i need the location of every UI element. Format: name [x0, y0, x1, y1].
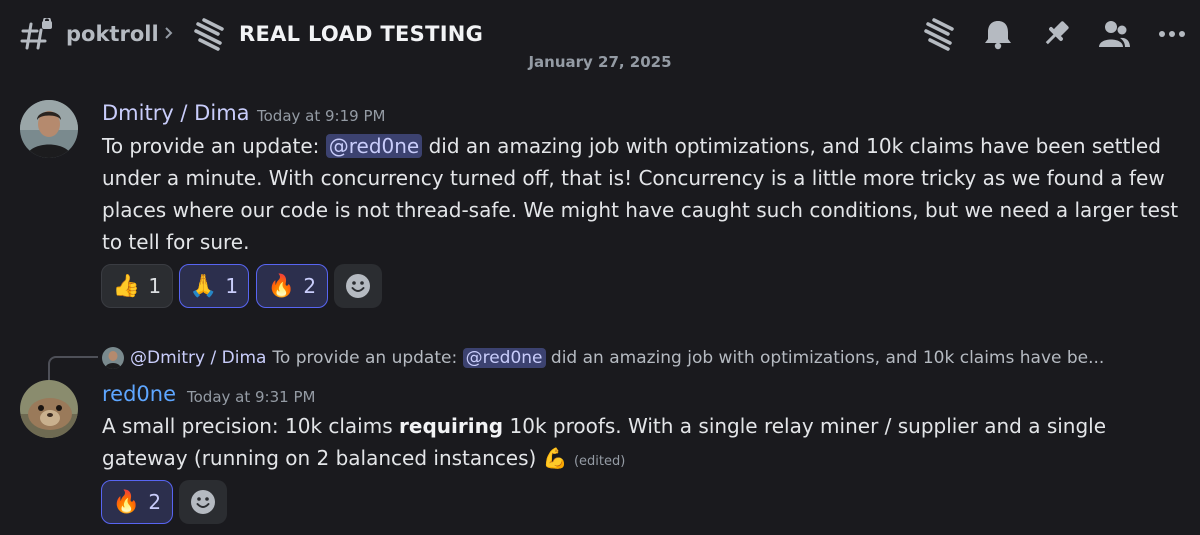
user-avatar-image	[20, 380, 78, 438]
edited-label: (edited)	[573, 454, 626, 469]
message-author[interactable]: Dmitry / Dima	[102, 101, 250, 125]
avatar[interactable]	[20, 100, 78, 158]
reply-author[interactable]: @Dmitry / Dima	[130, 348, 266, 368]
message-text: To provide an update:	[102, 134, 326, 158]
more-icon[interactable]	[1154, 16, 1190, 52]
thread-channel-icon	[20, 18, 52, 50]
message-timestamp: Today at 9:31 PM	[187, 388, 316, 406]
pray-icon: 🙏	[189, 273, 218, 299]
reply-text: To provide an update:	[272, 348, 463, 368]
add-reaction-button[interactable]	[334, 264, 382, 308]
message-content: To provide an update: @red0ne did an ama…	[102, 130, 1192, 258]
thread-title: REAL LOAD TESTING	[239, 22, 484, 46]
message-text: A small precision: 10k claims	[102, 414, 400, 438]
reply-avatar	[102, 347, 124, 369]
user-avatar-image	[20, 100, 78, 158]
reaction-count: 1	[225, 274, 239, 298]
bold-text: requiring	[399, 414, 504, 438]
threads-icon	[194, 18, 224, 51]
reaction-count: 1	[148, 274, 162, 298]
reaction-count: 2	[148, 490, 162, 514]
members-icon[interactable]	[1096, 16, 1132, 52]
chevron-right-icon	[165, 27, 173, 39]
reaction-fire[interactable]: 🔥 2	[256, 264, 328, 308]
reply-text: did an amazing job with optimizations, a…	[545, 348, 1105, 368]
reaction-pray[interactable]: 🙏 1	[179, 264, 249, 308]
message-author[interactable]: red0ne	[102, 382, 176, 406]
reply-preview: To provide an update: @red0ne did an ama…	[272, 348, 1104, 368]
message-timestamp: Today at 9:19 PM	[257, 107, 386, 125]
flexed-biceps-icon: 💪	[542, 446, 568, 470]
fire-icon: 🔥	[112, 489, 141, 515]
threads-icon[interactable]	[922, 16, 958, 52]
user-mention[interactable]: @red0ne	[325, 134, 423, 158]
channel-name[interactable]: poktroll	[66, 22, 159, 46]
avatar[interactable]	[20, 380, 78, 438]
date-divider-label: January 27, 2025	[528, 56, 672, 71]
fire-icon: 🔥	[267, 273, 296, 299]
reaction-thumbs-up[interactable]: 👍 1	[101, 264, 173, 308]
smiley-icon	[191, 490, 215, 514]
thumbs-up-icon: 👍	[112, 273, 141, 299]
reaction-fire[interactable]: 🔥 2	[101, 480, 173, 524]
bell-icon[interactable]	[980, 16, 1016, 52]
pin-icon[interactable]	[1038, 16, 1074, 52]
message-content: A small precision: 10k claims requiring …	[102, 410, 1192, 478]
reply-context[interactable]: @Dmitry / Dima To provide an update: @re…	[102, 344, 1192, 372]
date-divider: January 27, 2025	[0, 56, 1200, 76]
reaction-count: 2	[303, 274, 317, 298]
smiley-icon	[346, 274, 370, 298]
user-mention[interactable]: @red0ne	[462, 348, 546, 368]
add-reaction-button[interactable]	[179, 480, 227, 524]
